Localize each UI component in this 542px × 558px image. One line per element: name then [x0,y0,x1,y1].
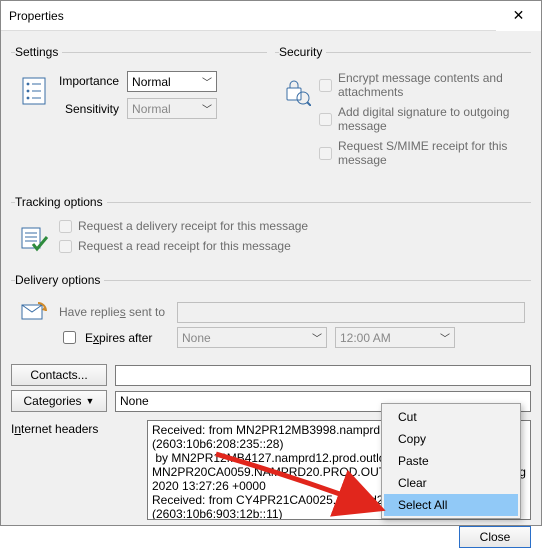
smime-checkbox [319,147,332,160]
security-group: Security Encrypt message conte [275,45,531,175]
titlebar: Properties ✕ [1,1,541,31]
tracking-legend: Tracking options [15,195,107,209]
smime-label: Request S/MIME receipt for this message [338,139,525,167]
sensitivity-select: Normal ﹀ [127,98,217,119]
expires-date-select: None ﹀ [177,327,327,348]
delivery-group: Delivery options Have replies sent to [11,273,531,360]
context-menu-copy[interactable]: Copy [384,428,518,450]
window-close-button[interactable]: ✕ [496,1,541,31]
context-menu-cut[interactable]: Cut [384,406,518,428]
window-title: Properties [9,9,64,23]
security-icon [281,71,311,111]
chevron-down-icon: ﹀ [202,101,212,116]
delivery-icon [17,301,51,323]
have-replies-label: Have replies sent to [59,305,169,319]
settings-legend: Settings [15,45,62,59]
delivery-receipt-checkbox [59,220,72,233]
sensitivity-label: Sensitivity [59,99,119,119]
context-menu-paste[interactable]: Paste [384,450,518,472]
read-receipt-label: Request a read receipt for this message [78,239,291,253]
categories-button[interactable]: Categories ▼ [11,390,107,412]
delivery-receipt-label: Request a delivery receipt for this mess… [78,219,308,233]
settings-group: Settings Import [11,45,267,175]
sign-checkbox [319,113,332,126]
importance-label: Importance [59,71,119,91]
read-receipt-checkbox [59,240,72,253]
chevron-down-icon: ﹀ [202,74,212,89]
context-menu-select-all[interactable]: Select All [384,494,518,516]
tracking-icon [17,219,51,259]
internet-headers-label: Internet headers [11,420,141,436]
security-legend: Security [279,45,326,59]
sign-label: Add digital signature to outgoing messag… [338,105,525,133]
properties-dialog: Properties ✕ Settings [0,0,542,526]
importance-select[interactable]: Normal ﹀ [127,71,217,92]
expires-after-checkbox[interactable] [63,331,76,344]
tracking-group: Tracking options Request a delivery rece… [11,195,531,265]
delivery-legend: Delivery options [15,273,104,287]
chevron-down-icon: ﹀ [440,330,450,345]
settings-icon [17,71,51,111]
close-icon: ✕ [513,7,525,24]
encrypt-checkbox [319,79,332,92]
contacts-input[interactable] [115,365,531,386]
expires-time-select: 12:00 AM ﹀ [335,327,455,348]
expires-after-label: Expires after [85,331,152,345]
chevron-down-icon: ﹀ [312,330,322,345]
close-button[interactable]: Close [459,526,531,548]
context-menu-clear[interactable]: Clear [384,472,518,494]
contacts-button[interactable]: Contacts... [11,364,107,386]
context-menu: Cut Copy Paste Clear Select All [381,403,521,519]
caret-down-icon: ▼ [86,396,95,406]
encrypt-label: Encrypt message contents and attachments [338,71,525,99]
have-replies-input [177,302,525,323]
